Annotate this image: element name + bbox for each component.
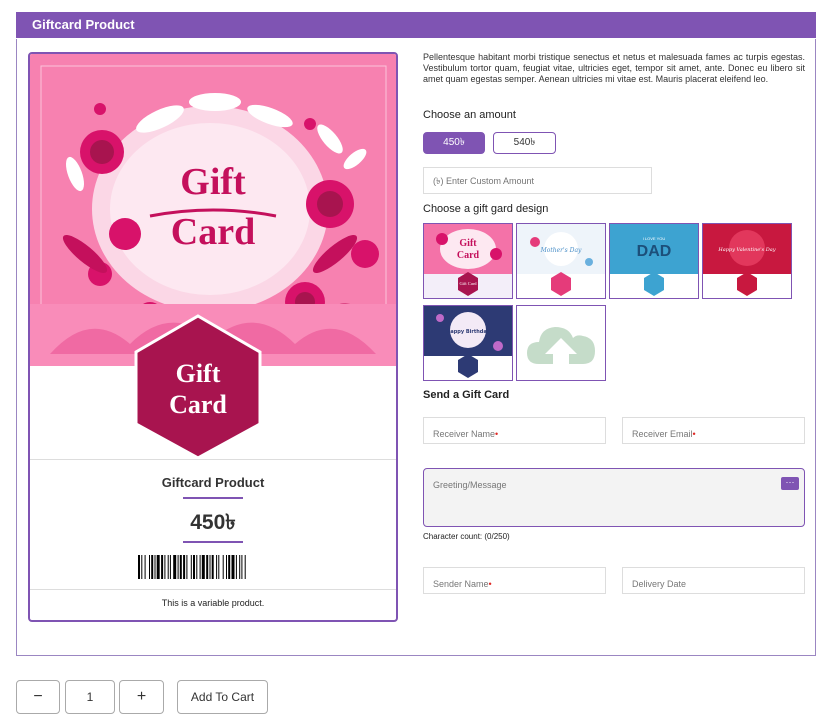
delivery-date-field[interactable]: Delivery Date bbox=[622, 567, 805, 594]
design-thumb-giftcard[interactable]: Gift Card Gift Card bbox=[423, 223, 513, 299]
preview-price: 450৳ bbox=[190, 511, 236, 534]
amount-label: Choose an amount bbox=[423, 109, 516, 121]
greeting-placeholder: Greeting/Message bbox=[433, 480, 507, 490]
custom-amount-input[interactable] bbox=[423, 167, 652, 194]
art-text-card: Card bbox=[171, 211, 255, 253]
design-thumb-birthday[interactable]: Happy Birthday bbox=[423, 305, 513, 381]
thumb-text-card: Card bbox=[457, 250, 480, 261]
badge-text-card: Card bbox=[169, 390, 227, 419]
amount-option-450[interactable]: 450৳ bbox=[423, 132, 485, 154]
add-to-cart-button[interactable]: Add To Cart bbox=[177, 680, 268, 714]
design-thumb-mothers-day[interactable]: Mother's Day bbox=[516, 223, 606, 299]
thumb-text-gift: Gift bbox=[459, 238, 477, 249]
design-thumb-valentine[interactable]: Happy Valentine's Day bbox=[702, 223, 792, 299]
mothers-day-thumb-image: Mother's Day bbox=[517, 224, 605, 296]
header-title: Giftcard Product bbox=[32, 17, 135, 32]
price-underline bbox=[183, 541, 243, 543]
dad-thumb-image: I LOVE YOU DAD bbox=[610, 224, 698, 296]
emoji-button[interactable]: ··· bbox=[781, 477, 799, 490]
art-text-gift: Gift bbox=[180, 161, 246, 203]
giftcard-artwork: Gift Card Gift Card bbox=[30, 54, 396, 459]
thumb-text-mothers-day: Mother's Day bbox=[540, 247, 582, 254]
design-upload-button[interactable] bbox=[516, 305, 606, 381]
valentine-thumb-image: Happy Valentine's Day bbox=[703, 224, 791, 296]
preview-product-name: Giftcard Product bbox=[161, 475, 265, 490]
quantity-increase-button[interactable]: + bbox=[119, 680, 164, 714]
required-marker: • bbox=[692, 429, 696, 439]
amount-option-540[interactable]: 540৳ bbox=[493, 132, 556, 154]
character-count: Character count: (0/250) bbox=[423, 532, 510, 541]
cloud-upload-icon bbox=[527, 327, 595, 364]
design-label: Choose a gift gard design bbox=[423, 203, 549, 215]
delivery-date-placeholder: Delivery Date bbox=[632, 579, 687, 589]
quantity-input[interactable]: 1 bbox=[65, 680, 115, 714]
product-description: Pellentesque habitant morbi tristique se… bbox=[423, 52, 805, 84]
thumb-text-i-love-you: I LOVE YOU bbox=[643, 236, 666, 241]
design-thumb-dad[interactable]: I LOVE YOU DAD bbox=[609, 223, 699, 299]
quantity-decrease-button[interactable]: − bbox=[16, 680, 60, 714]
preview-note: This is a variable product. bbox=[161, 598, 265, 608]
preview-divider bbox=[30, 459, 396, 460]
giftcard-preview: Gift Card Gift Card Giftcard Product 450… bbox=[28, 52, 398, 622]
required-marker: • bbox=[495, 429, 499, 439]
preview-divider-bottom bbox=[30, 589, 396, 590]
title-underline bbox=[183, 497, 243, 499]
sender-name-field[interactable]: Sender Name• bbox=[423, 567, 606, 594]
receiver-name-field[interactable]: Receiver Name• bbox=[423, 417, 606, 444]
receiver-email-placeholder: Receiver Email bbox=[632, 429, 693, 439]
sender-name-placeholder: Sender Name bbox=[433, 579, 489, 589]
thumb-text-dad: DAD bbox=[637, 243, 672, 260]
greeting-message-field[interactable]: Greeting/Message bbox=[423, 468, 805, 527]
thumb-text-birthday: Happy Birthday bbox=[446, 329, 490, 335]
receiver-email-field[interactable]: Receiver Email• bbox=[622, 417, 805, 444]
giftcard-thumb-image: Gift Card Gift Card bbox=[424, 224, 512, 296]
barcode bbox=[138, 555, 246, 579]
thumb-badge-text: Gift Card bbox=[459, 281, 477, 286]
birthday-thumb-image: Happy Birthday bbox=[424, 306, 512, 378]
send-label: Send a Gift Card bbox=[423, 389, 510, 401]
page-header: Giftcard Product bbox=[16, 12, 816, 38]
receiver-name-placeholder: Receiver Name bbox=[433, 429, 496, 439]
thumb-text-valentine: Happy Valentine's Day bbox=[717, 247, 775, 253]
required-marker: • bbox=[488, 579, 492, 589]
badge-text-gift: Gift bbox=[176, 359, 221, 388]
